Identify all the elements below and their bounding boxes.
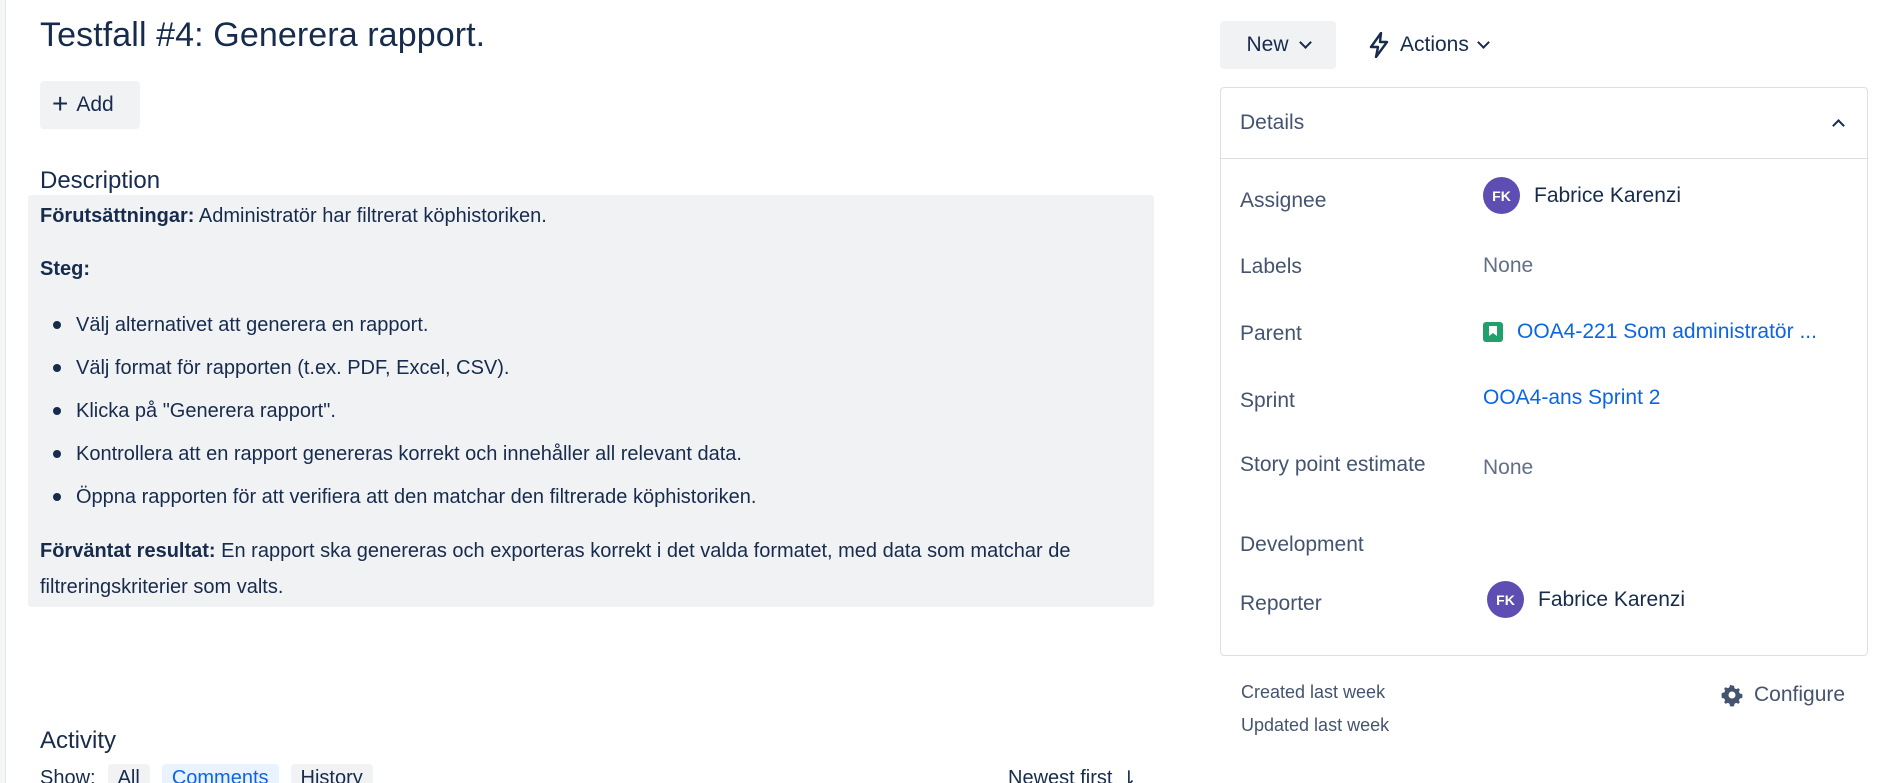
status-label: New <box>1246 33 1289 56</box>
gear-icon <box>1721 684 1743 707</box>
activity-heading: Activity <box>40 727 117 754</box>
assignee-name: Fabrice Karenzi <box>1534 183 1682 207</box>
filter-history[interactable]: History <box>290 764 373 783</box>
assignee-value[interactable]: FK Fabrice Karenzi <box>1483 177 1681 214</box>
updated-timestamp: Updated last week <box>1241 715 1390 735</box>
reporter-label: Reporter <box>1240 592 1322 615</box>
sort-label: Newest first <box>1008 767 1113 783</box>
steps-label: Steg: <box>40 258 90 280</box>
parent-link[interactable]: OOA4-221 Som administratör ... <box>1517 320 1817 344</box>
sort-icon: ⇂ <box>1120 768 1138 783</box>
status-button[interactable]: New <box>1220 21 1336 69</box>
parent-label: Parent <box>1240 322 1302 345</box>
filter-all[interactable]: All <box>107 764 150 783</box>
story-points-label: Story point estimate <box>1240 453 1426 476</box>
sprint-value[interactable]: OOA4-ans Sprint 2 <box>1483 386 1660 410</box>
labels-label: Labels <box>1240 255 1302 278</box>
lightning-icon <box>1369 32 1389 58</box>
expected-result: Förväntat resultat: En rapport ska gener… <box>40 533 1140 605</box>
configure-label: Configure <box>1754 683 1846 706</box>
preconditions-label: Förutsättningar: <box>40 205 195 227</box>
configure-button[interactable]: Configure <box>1720 683 1845 707</box>
avatar: FK <box>1483 177 1520 214</box>
sprint-link[interactable]: OOA4-ans Sprint 2 <box>1483 386 1660 410</box>
actions-button[interactable]: Actions <box>1360 21 1496 69</box>
parent-value[interactable]: OOA4-221 Som administratör ... <box>1483 320 1817 344</box>
add-button[interactable]: + Add <box>40 81 140 129</box>
details-title: Details <box>1240 111 1305 134</box>
bullet <box>53 407 61 415</box>
actions-label: Actions <box>1400 33 1469 56</box>
chevron-down-icon <box>1477 36 1490 49</box>
story-icon <box>1483 322 1503 342</box>
sprint-label: Sprint <box>1240 389 1295 412</box>
list-item: Öppna rapporten för att verifiera att de… <box>40 479 756 522</box>
filter-comments[interactable]: Comments <box>161 764 279 783</box>
bullet <box>53 364 61 372</box>
list-item: Välj format för rapporten (t.ex. PDF, Ex… <box>40 350 756 393</box>
left-edge-rule <box>0 0 6 783</box>
description-body[interactable]: Förutsättningar: Administratör har filtr… <box>28 195 1154 607</box>
plus-icon: + <box>52 87 69 119</box>
chevron-down-icon <box>1298 36 1312 49</box>
sort-button[interactable]: Newest first ⇂ <box>1008 766 1137 783</box>
bullet <box>53 321 61 329</box>
preconditions: Förutsättningar: Administratör har filtr… <box>40 198 547 234</box>
activity-filter-row: Show: All Comments History <box>40 764 373 783</box>
avatar: FK <box>1487 581 1524 618</box>
assignee-label: Assignee <box>1240 189 1327 212</box>
list-item: Välj alternativet att generera en rappor… <box>40 307 756 350</box>
bullet <box>53 493 61 501</box>
list-item: Klicka på "Generera rapport". <box>40 393 756 436</box>
reporter-value[interactable]: FK Fabrice Karenzi <box>1487 581 1685 618</box>
chevron-up-icon[interactable] <box>1832 119 1845 132</box>
issue-main-column: Testfall #4: Generera rapport. + Add Des… <box>28 0 1160 783</box>
show-label: Show: <box>40 767 96 783</box>
expected-label: Förväntat resultat: <box>40 540 216 562</box>
reporter-name: Fabrice Karenzi <box>1538 587 1686 611</box>
story-points-value[interactable]: None <box>1483 456 1533 480</box>
steps-list: Välj alternativet att generera en rappor… <box>40 307 756 522</box>
development-label: Development <box>1240 533 1364 556</box>
list-item: Kontrollera att en rapport genereras kor… <box>40 436 756 479</box>
issue-title[interactable]: Testfall #4: Generera rapport. <box>40 16 485 55</box>
description-heading: Description <box>40 167 161 194</box>
labels-value[interactable]: None <box>1483 254 1533 278</box>
preconditions-text: Administratör har filtrerat köphistorike… <box>194 205 547 227</box>
created-timestamp: Created last week <box>1241 682 1386 702</box>
details-panel: Details Assignee FK Fabrice Karenzi Labe… <box>1220 87 1868 656</box>
details-header[interactable]: Details <box>1221 88 1867 159</box>
bullet <box>53 450 61 458</box>
add-button-label: Add <box>76 93 114 116</box>
